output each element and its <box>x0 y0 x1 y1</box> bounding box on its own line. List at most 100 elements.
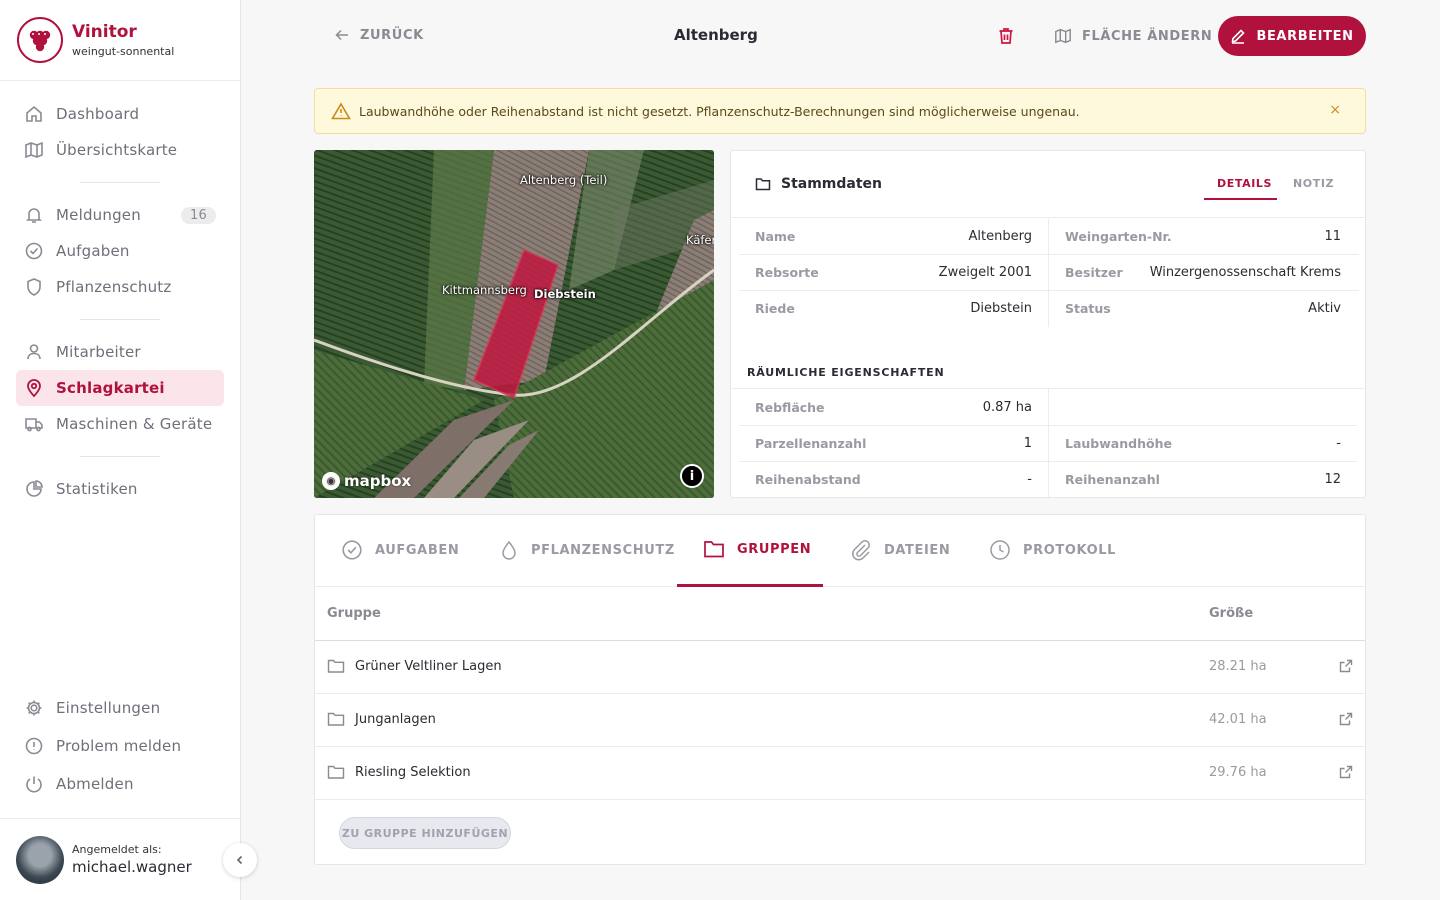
nav-label-tasks: Aufgaben <box>56 242 130 260</box>
nav-item-machines[interactable]: Maschinen & Geräte <box>16 406 224 442</box>
folder-icon <box>327 659 345 673</box>
tab-plant-protection[interactable]: PFLANZENSCHUTZ <box>499 539 675 561</box>
nav-item-tasks[interactable]: Aufgaben <box>16 233 224 269</box>
nav-item-statistics[interactable]: Statistiken <box>16 471 224 507</box>
nav-item-report-problem[interactable]: Problem melden <box>16 727 224 765</box>
nav-item-overview-map[interactable]: Übersichtskarte <box>16 132 224 168</box>
open-group-button[interactable] <box>1338 764 1354 784</box>
field-label: Laubwandhöhe <box>1065 435 1172 451</box>
nav-label-dashboard: Dashboard <box>56 105 140 123</box>
folder-icon <box>327 712 345 726</box>
trash-icon <box>999 28 1013 44</box>
details-tab-indicator <box>1204 198 1277 200</box>
nav-item-field-register[interactable]: Schlagkartei <box>16 370 224 406</box>
map-info-button[interactable]: i <box>680 464 704 488</box>
alert-text: Laubwandhöhe oder Reihenabstand ist nich… <box>359 103 1080 119</box>
alert-close-button[interactable]: × <box>1329 102 1341 118</box>
check-circle-icon <box>25 242 43 260</box>
nav-item-logout[interactable]: Abmelden <box>16 765 224 803</box>
nav-label-messages: Meldungen <box>56 206 141 224</box>
group-name: Riesling Selektion <box>355 764 471 780</box>
collapse-sidebar-button[interactable] <box>223 843 257 877</box>
back-button[interactable]: ZURÜCK <box>334 27 424 43</box>
nav-label-report-problem: Problem melden <box>56 737 182 755</box>
tab-note[interactable]: NOTIZ <box>1293 177 1334 190</box>
open-group-button[interactable] <box>1338 658 1354 678</box>
master-data-title-text: Stammdaten <box>781 176 883 192</box>
open-group-button[interactable] <box>1338 711 1354 731</box>
map-label-diebstein: Diebstein <box>534 287 596 301</box>
external-link-icon <box>1339 712 1353 726</box>
field-label: Reihenanzahl <box>1065 471 1160 487</box>
field-value: - <box>1027 471 1032 487</box>
mapbox-logo-icon: ◉ <box>322 472 340 490</box>
warning-triangle-icon <box>331 102 351 120</box>
spatial-properties-title: RÄUMLICHE EIGENSCHAFTEN <box>747 366 945 379</box>
field-status: Status Aktiv <box>1065 290 1341 326</box>
field-vineyard-site: Riede Diebstein <box>755 290 1032 326</box>
field-map[interactable]: Altenberg (Teil) Kittmannsberg Diebstein… <box>314 150 714 498</box>
external-link-icon <box>1339 659 1353 673</box>
field-label: Rebsorte <box>755 264 819 280</box>
add-to-group-button[interactable]: ZU GRUPPE HINZUFÜGEN <box>339 817 511 849</box>
chevron-left-icon <box>236 855 243 865</box>
group-name: Grüner Veltliner Lagen <box>355 658 502 674</box>
field-label: Status <box>1065 300 1111 316</box>
field-row-spacing: Reihenabstand - <box>755 461 1032 497</box>
tab-files-label: DATEIEN <box>884 542 951 558</box>
warning-alert: Laubwandhöhe oder Reihenabstand ist nich… <box>314 88 1366 134</box>
delete-button[interactable] <box>996 26 1016 50</box>
droplet-icon <box>502 540 516 560</box>
nav-label-field-register: Schlagkartei <box>56 379 165 397</box>
tab-log[interactable]: PROTOKOLL <box>989 539 1116 561</box>
field-vine-area: Rebfläche 0.87 ha <box>755 389 1032 425</box>
column-header-size: Größe <box>1209 606 1254 621</box>
tab-bar: AUFGABEN PFLANZENSCHUTZ GRUPPEN DATEIEN … <box>315 515 1365 587</box>
field-label: Besitzer <box>1065 264 1123 280</box>
external-link-icon <box>1339 765 1353 779</box>
field-owner: Besitzer Winzergenossenschaft Krems <box>1065 254 1341 290</box>
brand-name: Vinitor <box>72 22 137 42</box>
home-icon <box>26 105 42 122</box>
table-row[interactable]: Grüner Veltliner Lagen 28.21 ha <box>315 641 1365 694</box>
field-label: Riede <box>755 300 795 316</box>
master-data-title: Stammdaten <box>755 176 882 192</box>
brand-subtitle: weingut-sonnental <box>72 45 175 58</box>
change-area-label: FLÄCHE ÄNDERN <box>1082 28 1213 44</box>
logged-in-label: Angemeldet als: <box>72 843 162 856</box>
username: michael.wagner <box>72 858 192 876</box>
nav-item-dashboard[interactable]: Dashboard <box>16 96 224 132</box>
user-panel[interactable]: Angemeldet als: michael.wagner <box>0 818 240 900</box>
field-value: 11 <box>1324 228 1341 244</box>
nav-divider <box>80 319 160 320</box>
table-row[interactable]: Junganlagen 42.01 ha <box>315 694 1365 747</box>
page-header: ZURÜCK Altenberg FLÄCHE ÄNDERN BEARBEITE… <box>314 16 1366 56</box>
nav-item-settings[interactable]: Einstellungen <box>16 689 224 727</box>
tab-files[interactable]: DATEIEN <box>850 539 950 561</box>
gear-icon <box>26 700 42 716</box>
field-value: - <box>1336 435 1341 451</box>
column-divider <box>1048 389 1049 497</box>
brand[interactable]: Vinitor weingut-sonnental <box>0 0 240 81</box>
nav-item-employees[interactable]: Mitarbeiter <box>16 334 224 370</box>
column-divider <box>1048 219 1049 327</box>
edit-label: BEARBEITEN <box>1256 28 1354 44</box>
field-value: Aktiv <box>1308 300 1341 316</box>
nav-item-plant-protection[interactable]: Pflanzenschutz <box>16 269 224 305</box>
field-label: Reihenabstand <box>755 471 861 487</box>
tab-tasks[interactable]: AUFGABEN <box>341 539 459 561</box>
tab-details[interactable]: DETAILS <box>1217 177 1272 190</box>
field-value: Altenberg <box>968 228 1032 244</box>
tab-groups[interactable]: GRUPPEN <box>703 539 811 559</box>
edit-button[interactable]: BEARBEITEN <box>1218 16 1366 56</box>
group-name: Junganlagen <box>355 711 436 727</box>
change-area-button[interactable]: FLÄCHE ÄNDERN <box>1054 27 1212 45</box>
tab-log-label: PROTOKOLL <box>1023 542 1117 558</box>
nav-label-overview-map: Übersichtskarte <box>56 141 178 159</box>
main-nav: Dashboard Übersichtskarte Meldungen 16 A… <box>16 96 224 507</box>
field-vineyard-number: Weingarten-Nr. 11 <box>1065 218 1341 254</box>
field-label: Weingarten-Nr. <box>1065 228 1172 244</box>
mapbox-label: mapbox <box>344 472 412 490</box>
nav-item-messages[interactable]: Meldungen 16 <box>16 197 224 233</box>
table-row[interactable]: Riesling Selektion 29.76 ha <box>315 747 1365 800</box>
